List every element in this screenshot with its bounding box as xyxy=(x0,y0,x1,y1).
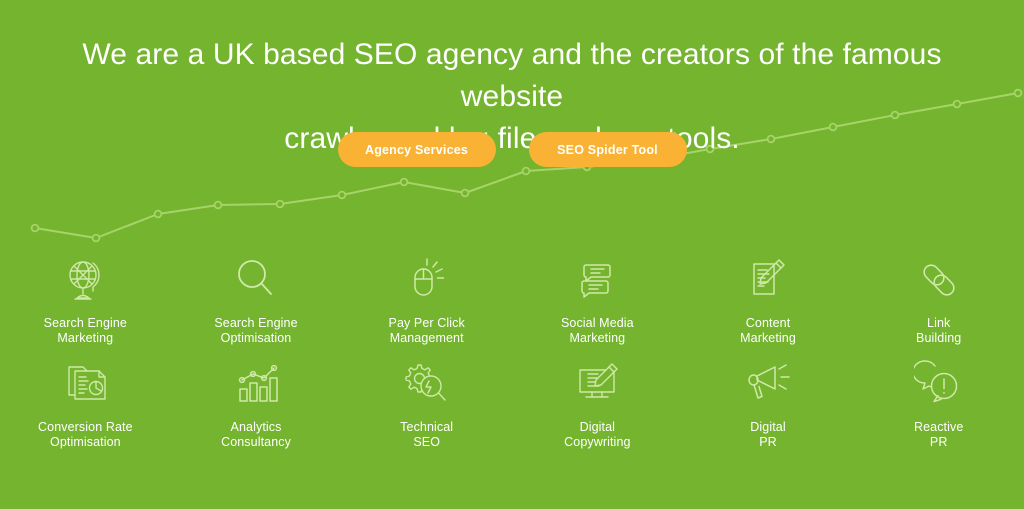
headline-line-1: We are a UK based SEO agency and the cre… xyxy=(82,38,942,114)
service-label: Digital PR xyxy=(750,420,786,449)
document-pencil-icon xyxy=(740,252,796,308)
services-row-1: Search Engine Marketing Search Engine Op… xyxy=(0,252,1024,346)
speech-bubbles-icon xyxy=(569,252,625,308)
magnifier-icon xyxy=(228,252,284,308)
service-label: Pay Per Click Management xyxy=(388,316,465,345)
service-label: Technical SEO xyxy=(400,420,454,449)
service-item-link-building[interactable]: Link Building xyxy=(853,252,1024,346)
seo-spider-tool-button[interactable]: SEO Spider Tool xyxy=(528,132,687,167)
service-item-digital-copywriting[interactable]: Digital Copywriting xyxy=(512,356,683,450)
service-label: Analytics Consultancy xyxy=(221,420,291,449)
monitor-pencil-icon xyxy=(569,356,625,412)
service-item-pay-per-click-management[interactable]: Pay Per Click Management xyxy=(341,252,512,346)
chain-link-icon xyxy=(911,252,967,308)
service-item-digital-pr[interactable]: Digital PR xyxy=(683,356,854,450)
globe-icon xyxy=(57,252,113,308)
service-label: Digital Copywriting xyxy=(564,420,631,449)
service-item-analytics-consultancy[interactable]: Analytics Consultancy xyxy=(171,356,342,450)
agency-services-button[interactable]: Agency Services xyxy=(337,132,496,167)
gear-magnifier-icon xyxy=(399,356,455,412)
cta-button-row: Agency Services SEO Spider Tool xyxy=(0,132,1024,167)
service-item-technical-seo[interactable]: Technical SEO xyxy=(341,356,512,450)
service-item-content-marketing[interactable]: Content Marketing xyxy=(683,252,854,346)
service-item-reactive-pr[interactable]: Reactive PR xyxy=(853,356,1024,450)
service-label: Content Marketing xyxy=(740,316,796,345)
service-label: Link Building xyxy=(916,316,962,345)
services-row-2: Conversion Rate Optimisation Analytics C… xyxy=(0,356,1024,450)
hero-banner: We are a UK based SEO agency and the cre… xyxy=(0,0,1024,509)
megaphone-icon xyxy=(740,356,796,412)
service-item-social-media-marketing[interactable]: Social Media Marketing xyxy=(512,252,683,346)
mouse-click-icon xyxy=(399,252,455,308)
service-label: Social Media Marketing xyxy=(560,316,634,345)
documents-chart-icon xyxy=(57,356,113,412)
service-label: Reactive PR xyxy=(913,420,964,449)
service-label: Search Engine Optimisation xyxy=(214,316,298,345)
speech-bubble-alert-icon xyxy=(911,356,967,412)
service-item-search-engine-optimisation[interactable]: Search Engine Optimisation xyxy=(171,252,342,346)
services-grid: Search Engine Marketing Search Engine Op… xyxy=(0,252,1024,450)
service-label: Conversion Rate Optimisation xyxy=(38,420,133,449)
service-label: Search Engine Marketing xyxy=(43,316,127,345)
service-item-conversion-rate-optimisation[interactable]: Conversion Rate Optimisation xyxy=(0,356,171,450)
bar-chart-trend-icon xyxy=(228,356,284,412)
service-item-search-engine-marketing[interactable]: Search Engine Marketing xyxy=(0,252,171,346)
